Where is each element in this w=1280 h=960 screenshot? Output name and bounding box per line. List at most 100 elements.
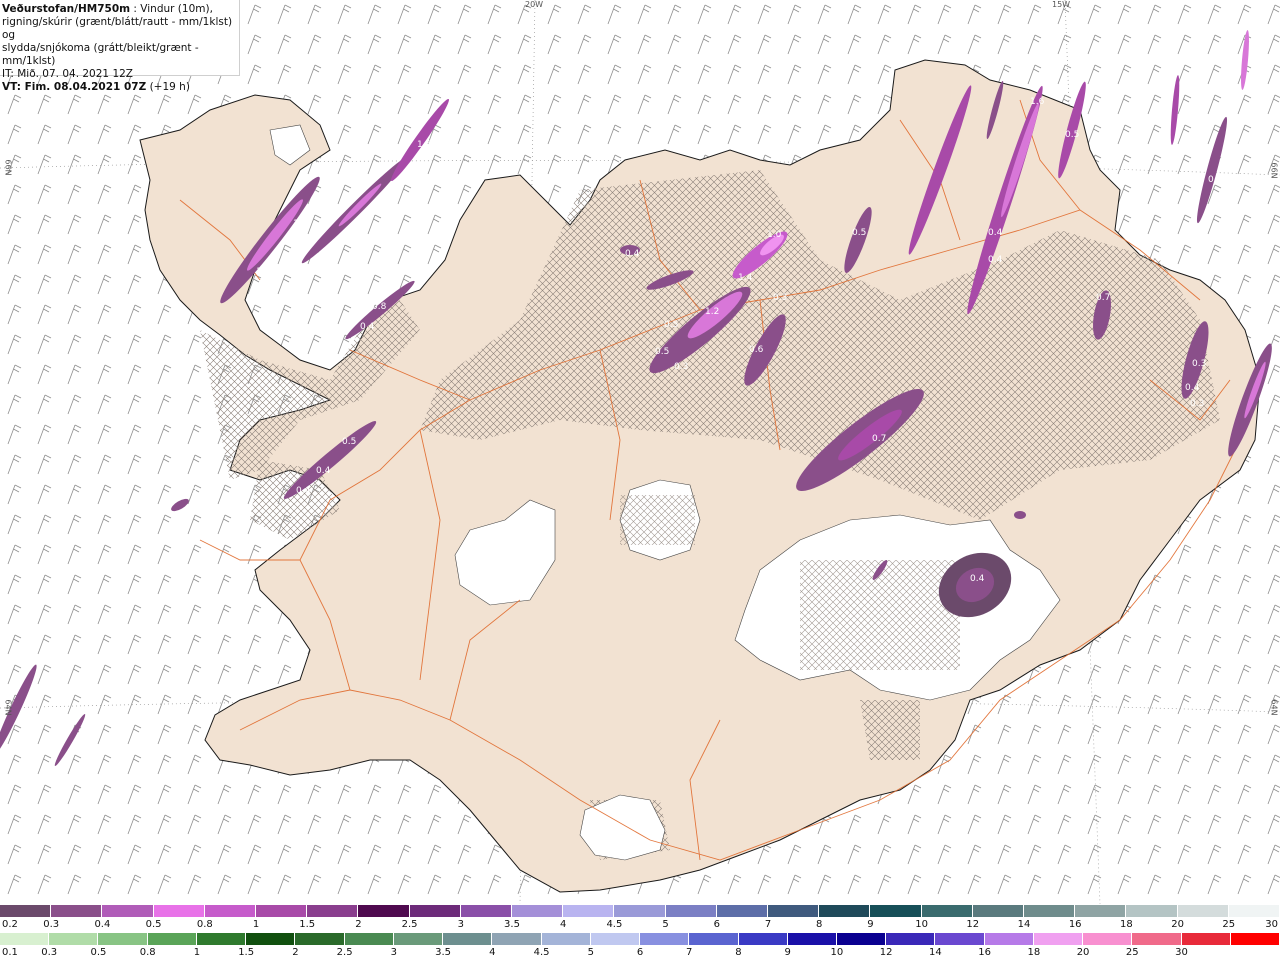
legend-swatch <box>1228 905 1280 917</box>
legend-label: 0.2 <box>2 919 18 930</box>
legend-swatch <box>972 905 1025 917</box>
legend-swatch <box>204 905 257 917</box>
precip-label: 0.8 <box>372 302 387 312</box>
legend-label: 14 <box>929 947 942 958</box>
legend-swatch <box>738 933 788 945</box>
legend-label: 1.5 <box>299 919 316 930</box>
legend-label: 7 <box>686 947 693 958</box>
precip-label: 0.4 <box>296 486 311 496</box>
legend-label: 16 <box>1068 919 1082 930</box>
legend-label: 8 <box>735 947 742 958</box>
legend-label: 0.4 <box>94 919 111 930</box>
precip-label: 1.1 <box>256 267 271 277</box>
legend-swatch <box>0 933 50 945</box>
legend-swatch <box>460 905 513 917</box>
info-line-2: rigning/skúrir (grænt/blátt/rautt - mm/1… <box>2 16 233 41</box>
legend-swatch <box>344 933 394 945</box>
precip-label: 0.4 <box>988 228 1003 238</box>
precip-label: 0.3 <box>1192 359 1207 369</box>
legend-swatch <box>640 933 690 945</box>
legend-label: 7 <box>764 919 772 930</box>
legend-swatch <box>1033 933 1084 945</box>
legend-label: 0.8 <box>139 947 156 958</box>
legend-label: 2 <box>355 919 362 930</box>
legend-swatch <box>1075 905 1127 917</box>
precip-label: 0.4 <box>1185 383 1200 393</box>
legend-label: 2.5 <box>401 919 418 930</box>
graticule-label-64n-right: 64N <box>1269 699 1279 716</box>
legend-label: 3.5 <box>435 947 452 958</box>
legend-swatch <box>1132 933 1182 945</box>
legend-swatch <box>870 905 922 917</box>
graticule-label-66n-right: 66N <box>1269 162 1279 179</box>
legend-label: 30 <box>1175 947 1188 958</box>
legend-swatch <box>51 905 103 917</box>
graticule-label-64n-left: 64N <box>3 699 13 716</box>
precip-label: 0.4 <box>316 466 331 476</box>
legend-swatch <box>358 905 410 917</box>
precip-label: 1.0 <box>767 230 782 240</box>
graticule-label-15w: 15W <box>1052 0 1071 9</box>
legend-swatch <box>1230 933 1280 945</box>
legend-swatch <box>716 905 769 917</box>
forecast-map <box>0 0 1280 904</box>
legend-swatch <box>295 933 345 945</box>
legend-label: 14 <box>1017 919 1031 930</box>
legend-label: 10 <box>915 919 928 930</box>
legend-swatch <box>768 905 820 917</box>
legend-swatch <box>1024 905 1076 917</box>
legend-label: 16 <box>978 947 991 958</box>
precip-label: 0.7 <box>1096 293 1111 303</box>
legend-swatch <box>153 905 205 917</box>
legend-label: 9 <box>867 919 874 930</box>
precip-label: 0.4 <box>625 249 640 259</box>
snow-color-scale <box>0 905 1280 917</box>
legend-label: 25 <box>1125 947 1139 958</box>
legend-label: 0.8 <box>196 919 213 930</box>
legend-label: 20 <box>1076 947 1090 958</box>
precip-label: 1.5 <box>417 140 432 150</box>
legend-swatch <box>935 933 985 945</box>
legend-label: 4 <box>489 947 496 958</box>
legend-label: 18 <box>1120 919 1133 930</box>
legend-swatch <box>1126 905 1178 917</box>
legend-label: 1.5 <box>238 947 255 958</box>
lead-time: (+19 h) <box>146 81 190 93</box>
legend-swatch <box>102 905 154 917</box>
legend-label: 6 <box>636 947 644 958</box>
legend-label: 30 <box>1265 919 1278 930</box>
glacier-hatch-vatnajokull <box>800 560 960 670</box>
legend-label: 12 <box>966 919 980 930</box>
legend-label: 0.5 <box>90 947 107 958</box>
legend-swatch <box>614 905 666 917</box>
valid-time-row: VT: Fim. 08.04.2021 07Z (+19 h) <box>2 81 239 94</box>
legend-label: 25 <box>1222 919 1236 930</box>
legend-swatch <box>787 933 837 945</box>
precip-label: 0.3 <box>1190 399 1205 409</box>
legend-swatch <box>1181 933 1231 945</box>
model-source: Veðurstofan/HM750m <box>2 3 131 15</box>
legend-label: 6 <box>713 919 720 930</box>
legend-label: 1 <box>252 919 260 930</box>
forecast-info-box: Veðurstofan/HM750m : Vindur (10m), rigni… <box>0 0 240 93</box>
legend-label: 3 <box>457 919 464 930</box>
legend-label: 2 <box>292 947 299 958</box>
legend-label: 18 <box>1027 947 1041 958</box>
legend-swatch <box>443 933 493 945</box>
precip-label: 0.5 <box>664 320 679 330</box>
precip-label: 0.4 <box>988 255 1003 265</box>
info-line-1-rest: : Vindur (10m), <box>130 3 213 15</box>
legend-swatch <box>256 905 308 917</box>
legend-swatch <box>665 905 717 917</box>
precip-label: 0.3 <box>183 487 198 497</box>
glacier-hatch-hofsjokull <box>620 495 695 545</box>
legend-label: 5 <box>587 947 594 958</box>
precip-label: 0.3 <box>773 293 788 303</box>
legend-swatch <box>409 905 461 917</box>
graticule-label-66n-left: 66N <box>3 159 13 176</box>
legend-label: 10 <box>830 947 844 958</box>
legend-swatch <box>1177 905 1229 917</box>
legend-swatch <box>49 933 99 945</box>
legend-swatch <box>921 905 973 917</box>
legend-swatch <box>590 933 641 945</box>
